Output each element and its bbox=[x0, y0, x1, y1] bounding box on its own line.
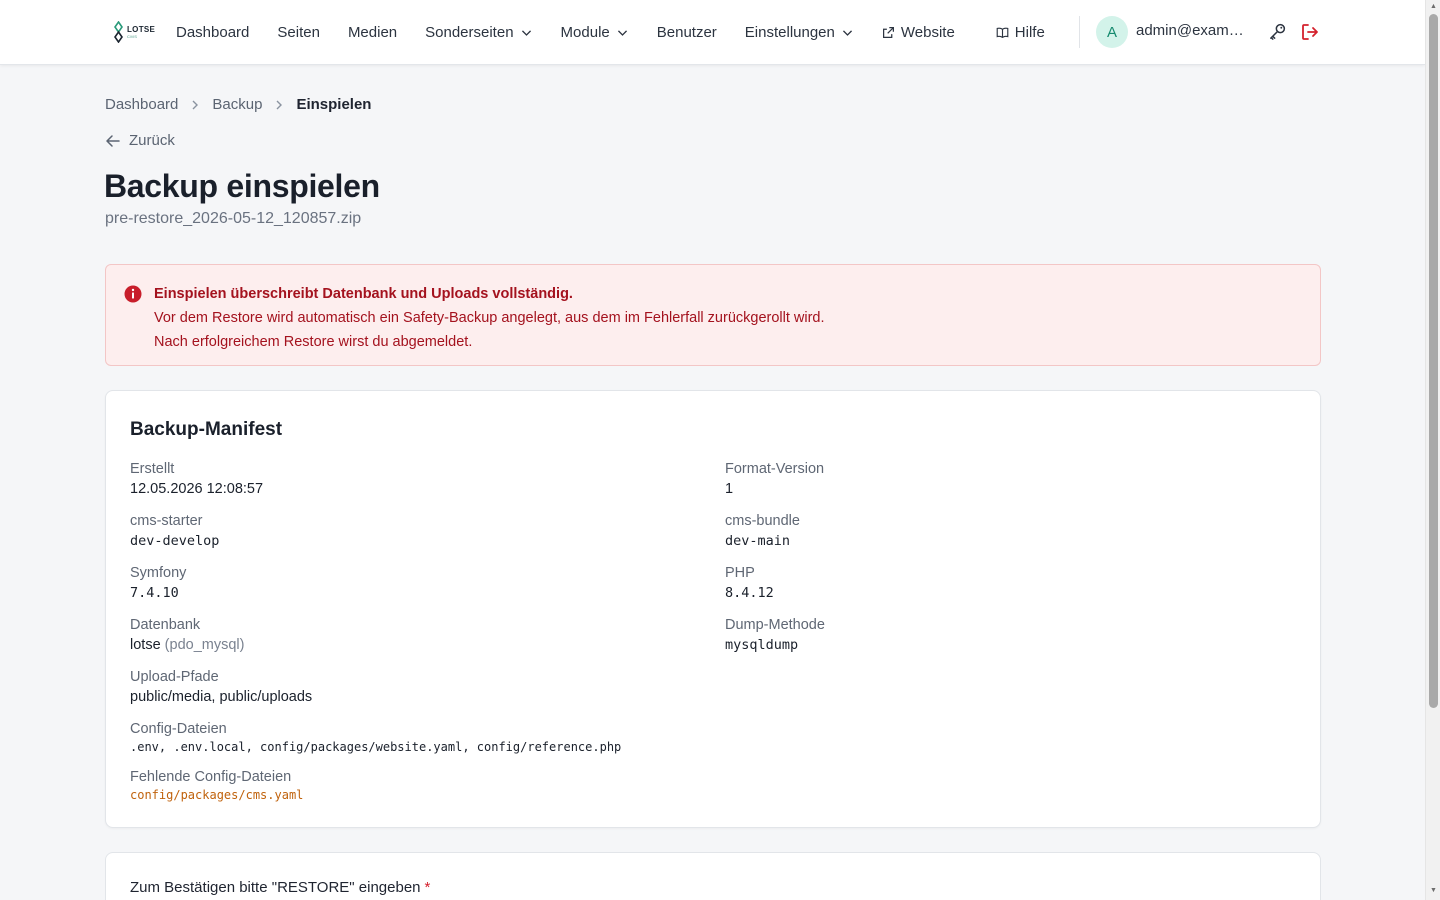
field-label: Symfony bbox=[130, 565, 187, 581]
external-link-icon bbox=[882, 26, 894, 38]
nav-module[interactable]: Module bbox=[561, 24, 629, 41]
field-config-dateien: Config-Dateien .env, .env.local, config/… bbox=[130, 721, 621, 754]
field-symfony: Symfony 7.4.10 bbox=[130, 565, 186, 601]
scroll-up-icon[interactable]: ▲ bbox=[1429, 3, 1438, 11]
field-label: Dump-Methode bbox=[725, 617, 825, 633]
nav-sonderseiten[interactable]: Sonderseiten bbox=[425, 24, 532, 41]
breadcrumb-dashboard[interactable]: Dashboard bbox=[105, 96, 178, 113]
field-cms-starter: cms-starter dev-develop bbox=[130, 513, 219, 549]
lotse-logo[interactable]: LOTSE CMS bbox=[113, 20, 157, 44]
field-label: Datenbank bbox=[130, 617, 201, 633]
nav-divider bbox=[1079, 16, 1080, 48]
avatar[interactable]: A bbox=[1096, 16, 1128, 48]
info-circle-icon bbox=[124, 285, 142, 303]
confirm-restore-card: Zum Bestätigen bitte "RESTORE" eingeben * bbox=[105, 852, 1321, 900]
breadcrumb: Dashboard Backup Einspielen bbox=[105, 96, 371, 113]
field-label: Format-Version bbox=[725, 461, 825, 477]
nav-dashboard[interactable]: Dashboard bbox=[176, 24, 249, 41]
nav-benutzer[interactable]: Benutzer bbox=[657, 24, 717, 41]
page-title: Backup einspielen bbox=[104, 168, 380, 204]
field-value: mysqldump bbox=[725, 637, 799, 653]
nav-einstellungen-label: Einstellungen bbox=[744, 23, 835, 41]
field-label: PHP bbox=[725, 565, 755, 581]
logo-wordmark: LOTSE bbox=[127, 24, 156, 34]
top-navigation: LOTSE CMS Dashboard Seiten Medien Sonder… bbox=[0, 0, 1425, 65]
logo-mark-icon bbox=[114, 21, 123, 43]
backup-filename: pre-restore_2026-05-12_120857.zip bbox=[105, 210, 362, 227]
field-value: lotse bbox=[130, 637, 161, 653]
required-mark: * bbox=[424, 879, 431, 896]
chevron-right-icon bbox=[276, 100, 283, 109]
field-value: public/media, public/uploads bbox=[130, 689, 313, 705]
nav-sonderseiten-label: Sonderseiten bbox=[425, 23, 514, 41]
nav-einstellungen[interactable]: Einstellungen bbox=[745, 24, 854, 41]
restore-warning-alert: Einspielen überschreibt Datenbank und Up… bbox=[105, 264, 1321, 366]
field-erstellt: Erstellt 12.05.2026 12:08:57 bbox=[130, 461, 263, 497]
field-label: cms-starter bbox=[130, 513, 203, 529]
logout-icon[interactable] bbox=[1300, 22, 1320, 42]
field-value: 12.05.2026 12:08:57 bbox=[130, 481, 264, 497]
confirm-label-text: Zum Bestätigen bitte "RESTORE" eingeben bbox=[130, 879, 421, 896]
field-label: Upload-Pfade bbox=[130, 669, 219, 685]
chevron-right-icon bbox=[192, 100, 199, 109]
alert-line-2: Nach erfolgreichem Restore wirst du abge… bbox=[154, 334, 473, 350]
field-label: Fehlende Config-Dateien bbox=[130, 769, 292, 785]
nav-hilfe-label: Hilfe bbox=[1014, 23, 1045, 41]
backup-manifest-card: Backup-Manifest Erstellt 12.05.2026 12:0… bbox=[105, 390, 1321, 828]
field-label: Config-Dateien bbox=[130, 721, 227, 737]
field-fehlende-config: Fehlende Config-Dateien config/packages/… bbox=[130, 769, 303, 802]
alert-headline: Einspielen überschreibt Datenbank und Up… bbox=[154, 286, 573, 302]
scroll-down-icon[interactable]: ▼ bbox=[1429, 887, 1438, 895]
main-nav: Dashboard Seiten Medien Sonderseiten Mod… bbox=[176, 0, 1073, 64]
arrow-left-icon bbox=[106, 134, 120, 147]
field-value: 1 bbox=[725, 481, 734, 497]
field-datenbank: Datenbank lotse (pdo_mysql) bbox=[130, 617, 244, 653]
nav-module-label: Module bbox=[560, 23, 610, 41]
chevron-down-icon bbox=[842, 29, 852, 36]
field-value: .env, .env.local, config/packages/websit… bbox=[130, 740, 622, 754]
field-format-version: Format-Version 1 bbox=[725, 461, 824, 497]
nav-website[interactable]: Website bbox=[882, 24, 955, 41]
chevron-down-icon bbox=[617, 29, 627, 36]
book-icon bbox=[996, 27, 1009, 38]
chevron-down-icon bbox=[521, 29, 531, 36]
field-value: config/packages/cms.yaml bbox=[130, 788, 304, 802]
field-cms-bundle: cms-bundle dev-main bbox=[725, 513, 800, 549]
alert-line-1: Vor dem Restore wird automatisch ein Saf… bbox=[154, 310, 825, 326]
key-icon[interactable] bbox=[1268, 22, 1287, 41]
scrollbar-thumb[interactable] bbox=[1429, 14, 1438, 708]
nav-seiten[interactable]: Seiten bbox=[277, 24, 320, 41]
nav-hilfe[interactable]: Hilfe bbox=[996, 24, 1045, 41]
field-value: dev-develop bbox=[130, 533, 220, 549]
field-label: Erstellt bbox=[130, 461, 175, 477]
field-value: 8.4.12 bbox=[725, 585, 774, 601]
breadcrumb-backup[interactable]: Backup bbox=[212, 96, 262, 113]
nav-website-label: Website bbox=[900, 23, 955, 41]
confirm-label: Zum Bestätigen bitte "RESTORE" eingeben * bbox=[130, 879, 430, 896]
db-driver: (pdo_mysql) bbox=[164, 637, 245, 653]
field-label: cms-bundle bbox=[725, 513, 800, 529]
back-link[interactable]: Zurück bbox=[105, 132, 175, 149]
scrollbar[interactable]: ▲ ▼ bbox=[1425, 0, 1440, 900]
field-php: PHP 8.4.12 bbox=[725, 565, 774, 601]
logo-subtext: CMS bbox=[127, 33, 138, 39]
user-email[interactable]: admin@example.com bbox=[1136, 22, 1252, 39]
field-value: dev-main bbox=[725, 533, 791, 549]
field-value: 7.4.10 bbox=[130, 585, 179, 601]
field-upload-pfade: Upload-Pfade public/media, public/upload… bbox=[130, 669, 312, 705]
nav-medien[interactable]: Medien bbox=[348, 24, 397, 41]
manifest-title: Backup-Manifest bbox=[130, 419, 283, 440]
breadcrumb-current: Einspielen bbox=[296, 96, 372, 113]
back-link-label: Zurück bbox=[129, 132, 175, 149]
field-dump-methode: Dump-Methode mysqldump bbox=[725, 617, 825, 653]
